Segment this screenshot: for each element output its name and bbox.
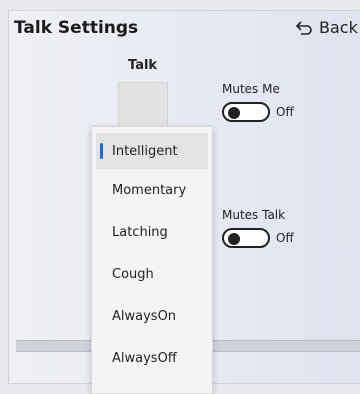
page-title: Talk Settings [14,18,139,38]
option-alwayson[interactable]: AlwaysOn [92,295,212,337]
mutes-me-label: Mutes Me [222,82,280,96]
back-label: Back [319,18,358,37]
option-momentary[interactable]: Momentary [92,169,212,211]
talk-mode-dropdown: Intelligent Momentary Latching Cough Alw… [91,126,213,394]
back-button[interactable]: Back [295,18,358,37]
mutes-talk-toggle[interactable] [222,228,270,248]
mutes-me-state: Off [276,105,294,119]
mutes-me-group: Mutes Me Off [222,82,294,122]
mutes-talk-group: Mutes Talk Off [222,208,294,248]
option-cough[interactable]: Cough [92,253,212,295]
mutes-talk-state: Off [276,231,294,245]
option-intelligent[interactable]: Intelligent [96,133,208,169]
back-arrow-icon [295,20,313,36]
toggle-knob [228,107,240,119]
toggle-knob [228,233,240,245]
mutes-talk-label: Mutes Talk [222,208,286,222]
mutes-me-toggle[interactable] [222,102,270,122]
talk-label: Talk [128,58,158,73]
option-alwaysoff[interactable]: AlwaysOff [92,337,212,379]
option-latching[interactable]: Latching [92,211,212,253]
